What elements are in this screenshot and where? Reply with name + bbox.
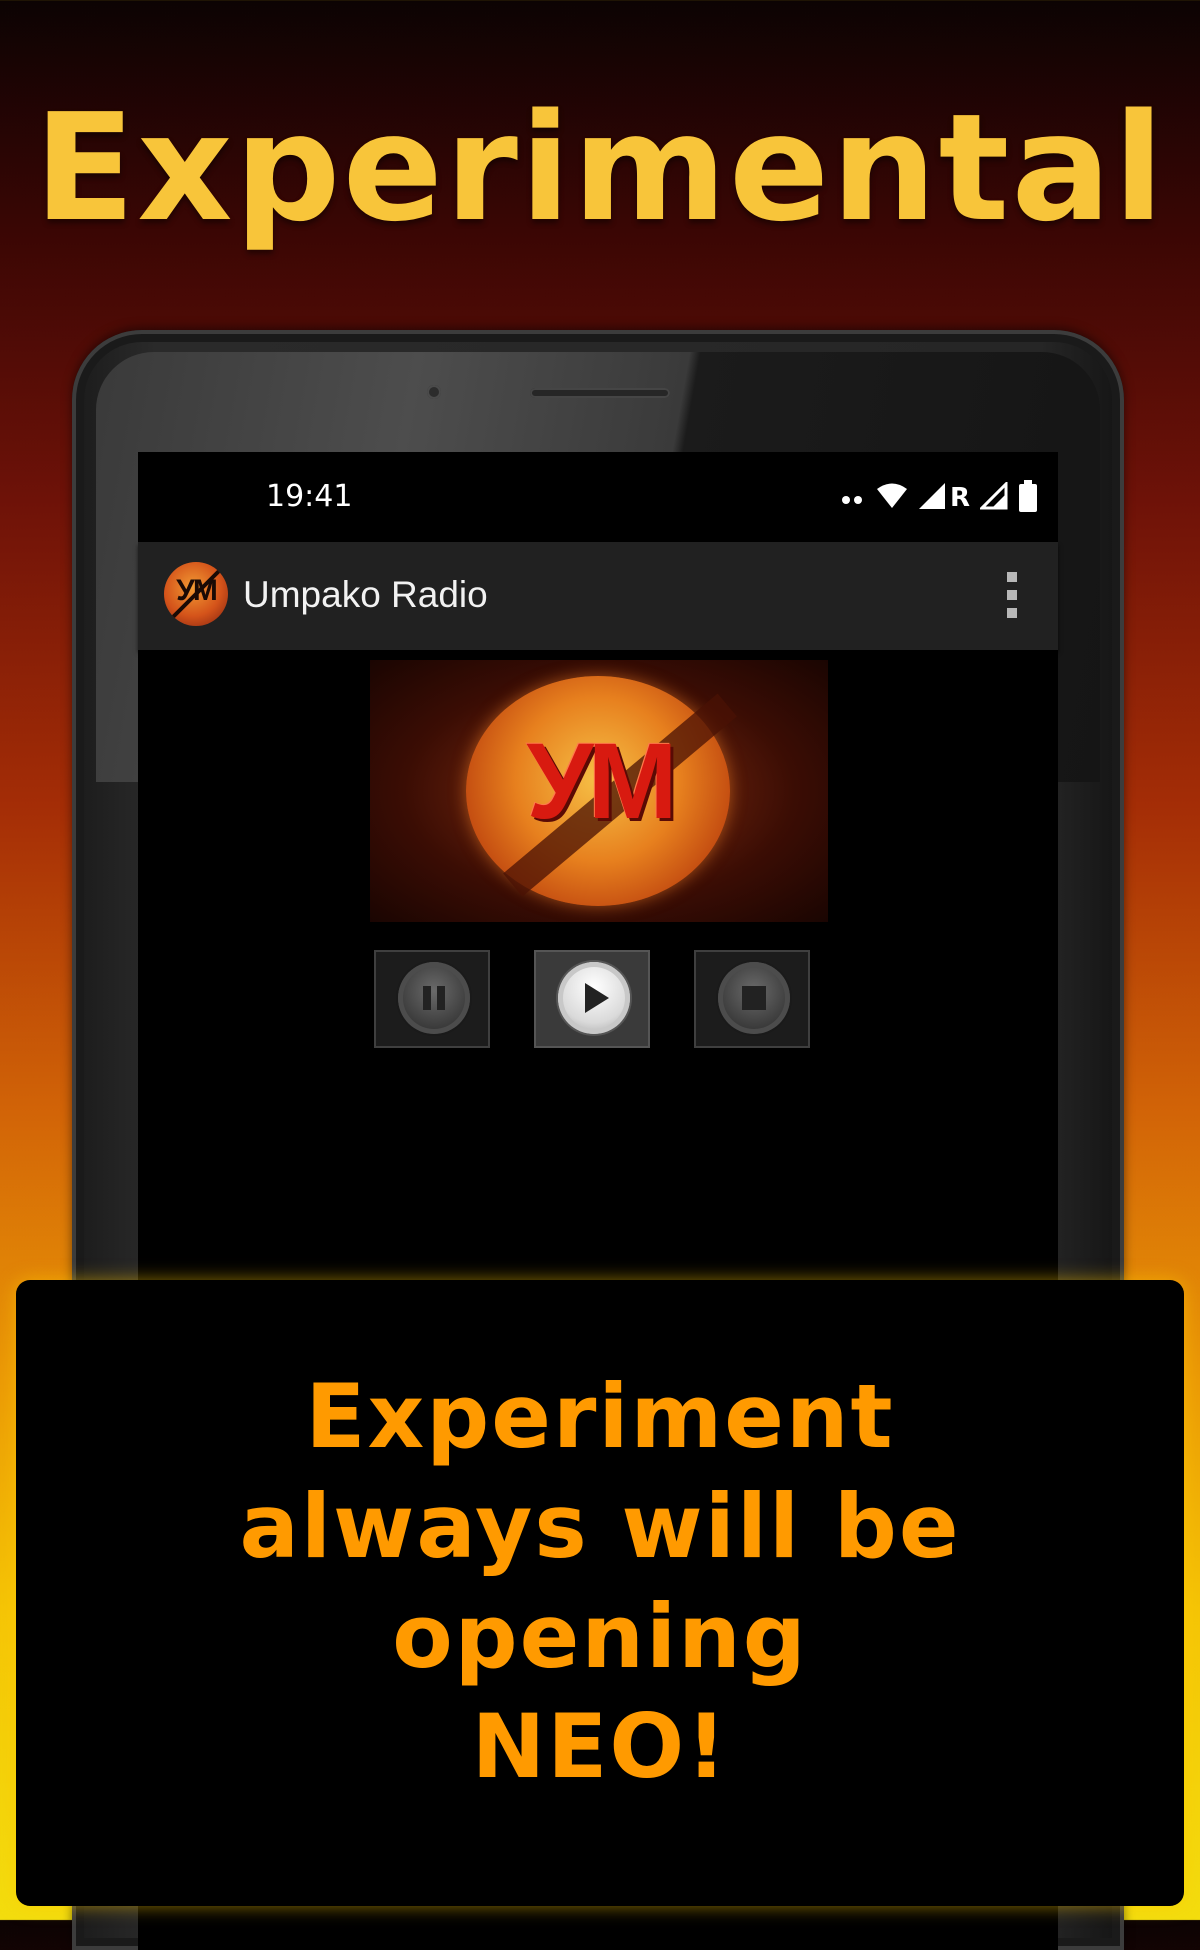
pause-button[interactable]: [374, 950, 490, 1048]
camera-icon: [427, 385, 441, 399]
roaming-indicator: R: [949, 483, 970, 513]
caption-line-2: always will be: [239, 1475, 961, 1578]
caption-line-4: NEO!: [471, 1695, 729, 1798]
wifi-icon: [876, 482, 908, 514]
signal-outline-icon: [978, 480, 1008, 514]
headline: Experimental: [34, 82, 1166, 254]
app-logo: УМ: [164, 562, 228, 626]
app-bar: УМ Umpako Radio: [138, 542, 1058, 650]
status-time: 19:41: [266, 479, 353, 514]
overflow-menu-icon: [1007, 572, 1017, 582]
stop-icon: [718, 962, 790, 1034]
status-bar: 19:41 R: [138, 452, 1058, 542]
caption-line-1: Experiment: [305, 1365, 895, 1468]
play-button[interactable]: [534, 950, 650, 1048]
notification-dots-icon: [841, 489, 866, 508]
pause-icon: [398, 962, 470, 1034]
speaker-grille: [530, 388, 670, 398]
battery-icon: [1018, 480, 1038, 516]
banner-logo-text: УМ: [526, 720, 677, 841]
station-banner: УМ: [370, 660, 828, 922]
caption-card: Experiment always will be opening NEO!: [16, 1280, 1184, 1906]
caption-line-3: opening: [392, 1585, 808, 1688]
overflow-menu-dot: [1007, 608, 1017, 618]
app-title: Umpako Radio: [243, 574, 488, 615]
signal-icon: [918, 482, 946, 514]
overflow-menu-dot: [1007, 590, 1017, 600]
stop-button[interactable]: [694, 950, 810, 1048]
play-icon: [558, 962, 630, 1034]
overflow-menu-button[interactable]: [1002, 572, 1022, 622]
status-icons: R: [841, 478, 1038, 518]
